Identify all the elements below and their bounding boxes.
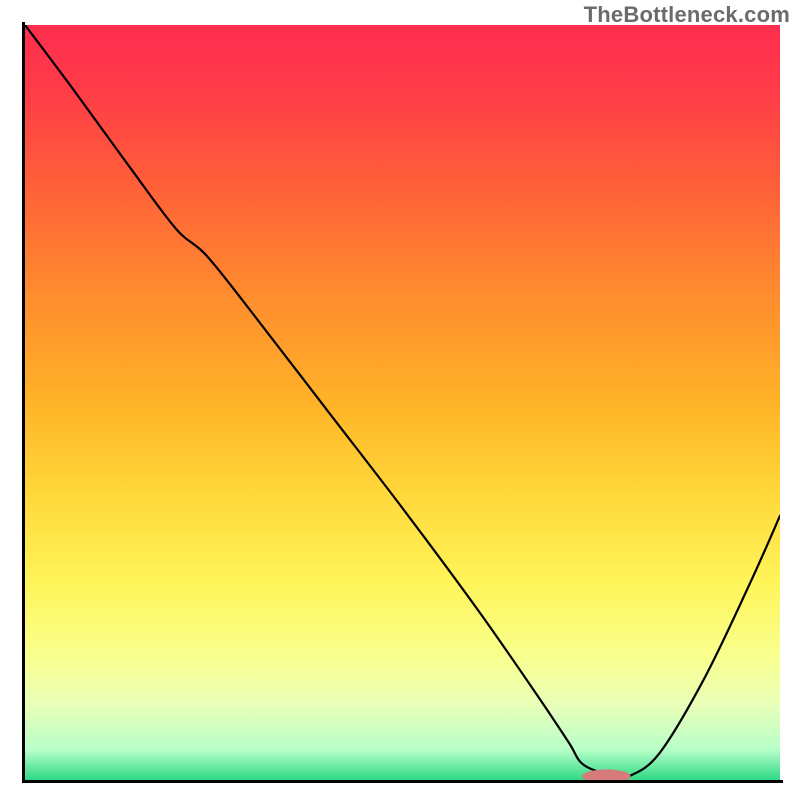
chart-container: TheBottleneck.com xyxy=(0,0,800,800)
bottleneck-chart xyxy=(0,0,800,800)
x-axis xyxy=(22,780,783,783)
plot-background xyxy=(25,25,780,780)
y-axis xyxy=(22,22,25,783)
